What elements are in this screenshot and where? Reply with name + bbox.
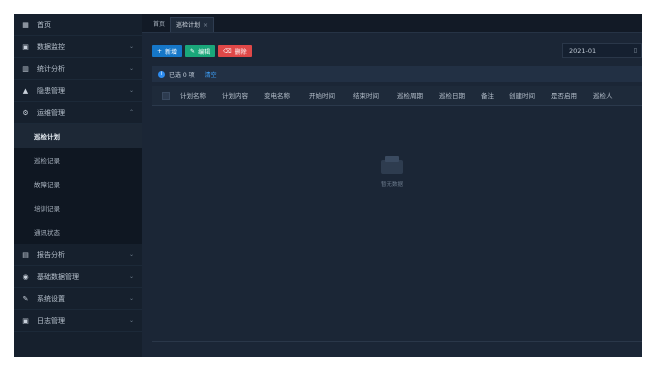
tab-bar: 首页 巡检计划 × — [142, 14, 642, 33]
chevron-down-icon: ⌄ — [128, 43, 134, 50]
chevron-down-icon: ⌄ — [128, 317, 134, 324]
chevron-up-icon: ⌃ — [128, 109, 134, 116]
table-header: 计划名称 计划内容 变电名称 开始时间 结束时间 巡检周期 巡检日期 备注 创建… — [152, 86, 642, 106]
calendar-icon: ▯ — [633, 47, 637, 54]
month-picker-value: 2021-01 — [569, 46, 597, 55]
sidebar-subitem-training-record[interactable]: 培训记录 — [14, 196, 142, 220]
home-icon: ▦ — [22, 20, 29, 29]
main-panel: 首页 巡检计划 × + 新增 ✎ 编辑 ⌫ 删除 2021-01 ▯ i 已选 0… — [142, 14, 642, 357]
wrench-icon: ✎ — [22, 294, 29, 303]
selection-info-bar: i 已选 0 项 清空 — [152, 66, 642, 82]
edit-button-label: 编辑 — [198, 48, 211, 56]
sidebar: ▦ 首页 ▣ 数据监控 ⌄ ▥ 统计分析 ⌄ ▲ 隐患管理 ⌄ ⚙ 运维管理 ⌃… — [14, 14, 142, 357]
empty-text: 暂无数据 — [380, 182, 403, 188]
sidebar-item-label: 基础数据管理 — [37, 272, 79, 281]
delete-button-label: 删除 — [234, 48, 247, 56]
chevron-down-icon: ⌄ — [128, 273, 134, 280]
clear-selection-link[interactable]: 清空 — [205, 70, 217, 79]
sidebar-item-label: 隐患管理 — [37, 86, 65, 95]
sidebar-item-report[interactable]: ▤ 报告分析 ⌄ — [14, 244, 142, 266]
close-icon[interactable]: × — [203, 22, 208, 29]
warning-icon: ▲ — [22, 86, 29, 95]
report-icon: ▤ — [22, 250, 29, 259]
plus-icon: + — [157, 47, 163, 55]
log-icon: ▣ — [22, 316, 29, 325]
bar-chart-icon: ▥ — [22, 64, 29, 73]
sidebar-item-label: 运维管理 — [37, 108, 65, 117]
database-icon: ◉ — [22, 272, 29, 281]
sidebar-item-label: 统计分析 — [37, 64, 65, 73]
column-header[interactable]: 是否启用 — [551, 86, 593, 106]
sidebar-item-data-monitor[interactable]: ▣ 数据监控 ⌄ — [14, 36, 142, 58]
selected-count: 已选 0 项 — [169, 71, 195, 79]
sidebar-subitem-inspection-plan[interactable]: 巡检计划 — [14, 124, 142, 148]
settings-icon: ⚙ — [22, 108, 29, 117]
sidebar-subitem-fault-record[interactable]: 故障记录 — [14, 172, 142, 196]
sidebar-item-label: 首页 — [37, 20, 51, 29]
column-header[interactable]: 结束时间 — [353, 86, 397, 106]
info-icon: i — [158, 70, 165, 78]
sidebar-item-base-data[interactable]: ◉ 基础数据管理 ⌄ — [14, 266, 142, 288]
trash-icon: ⌫ — [223, 47, 232, 55]
sidebar-item-hazard[interactable]: ▲ 隐患管理 ⌄ — [14, 80, 142, 102]
column-header[interactable]: 变电名称 — [264, 86, 309, 106]
column-header[interactable]: 巡检人 — [593, 86, 623, 106]
chevron-down-icon: ⌄ — [128, 251, 134, 258]
sidebar-item-operations[interactable]: ⚙ 运维管理 ⌃ — [14, 102, 142, 124]
edit-button[interactable]: ✎ 编辑 — [185, 45, 216, 57]
column-header[interactable]: 创建时间 — [509, 86, 551, 106]
sidebar-item-label: 数据监控 — [37, 42, 65, 51]
column-header[interactable]: 巡检日期 — [439, 86, 481, 106]
column-header[interactable]: 备注 — [481, 86, 509, 106]
sidebar-item-label: 报告分析 — [37, 250, 65, 259]
table-bottom-border — [152, 341, 642, 342]
column-header[interactable]: 巡检周期 — [397, 86, 439, 106]
edit-icon: ✎ — [190, 47, 196, 55]
add-button[interactable]: + 新增 — [152, 45, 183, 57]
tab-inspection-plan[interactable]: 巡检计划 × — [170, 17, 215, 32]
add-button-label: 新增 — [165, 48, 178, 56]
sidebar-item-label: 日志管理 — [37, 316, 65, 325]
chevron-down-icon: ⌄ — [128, 295, 134, 302]
sidebar-item-statistics[interactable]: ▥ 统计分析 ⌄ — [14, 58, 142, 80]
tab-home[interactable]: 首页 — [148, 17, 170, 32]
empty-box-icon — [381, 156, 403, 174]
sidebar-subitem-inspection-record[interactable]: 巡检记录 — [14, 148, 142, 172]
chevron-down-icon: ⌄ — [128, 65, 134, 72]
select-all-checkbox[interactable] — [162, 91, 170, 100]
sidebar-submenu: 巡检计划 巡检记录 故障记录 培训记录 通讯状态 — [14, 124, 142, 244]
toolbar: + 新增 ✎ 编辑 ⌫ 删除 — [152, 45, 252, 57]
sidebar-subitem-comm-status[interactable]: 通讯状态 — [14, 220, 142, 244]
sidebar-item-home[interactable]: ▦ 首页 — [14, 14, 142, 36]
monitor-icon: ▣ — [22, 42, 29, 51]
empty-state: 暂无数据 — [362, 156, 422, 188]
column-header[interactable]: 计划内容 — [222, 86, 264, 106]
column-header[interactable]: 开始时间 — [309, 86, 353, 106]
delete-button[interactable]: ⌫ 删除 — [218, 45, 252, 57]
sidebar-item-label: 系统设置 — [37, 294, 65, 303]
sidebar-item-system-settings[interactable]: ✎ 系统设置 ⌄ — [14, 288, 142, 310]
column-header[interactable]: 计划名称 — [180, 86, 222, 106]
sidebar-item-log[interactable]: ▣ 日志管理 ⌄ — [14, 310, 142, 332]
tab-label: 巡检计划 — [176, 22, 201, 29]
chevron-down-icon: ⌄ — [128, 87, 134, 94]
month-picker[interactable]: 2021-01 ▯ — [562, 43, 642, 58]
